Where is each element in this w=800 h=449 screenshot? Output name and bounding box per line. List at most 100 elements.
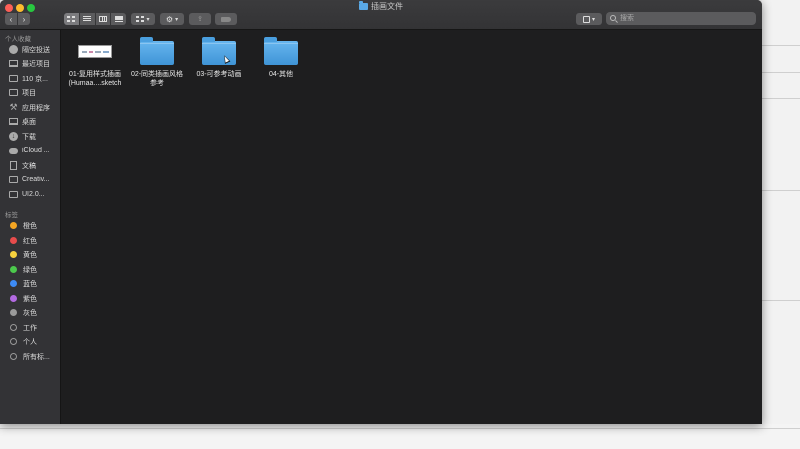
sidebar-item-label: iCloud ... (22, 147, 50, 154)
sidebar-tag-orange[interactable]: 橙色 (0, 219, 61, 232)
sidebar-tag-gray[interactable]: 灰色 (0, 306, 61, 319)
cloud-icon (9, 146, 18, 155)
folder-name: 04-其他 (248, 70, 314, 79)
sidebar-tag-work[interactable]: 工作 (0, 321, 61, 334)
background-desktop-bottom (0, 424, 800, 449)
tag-icon (221, 16, 231, 22)
background-line (762, 300, 800, 301)
tag-color-dot-icon (10, 237, 17, 244)
list-view-button[interactable] (79, 13, 95, 25)
file-name-line: 03-可参考动画 (196, 71, 242, 78)
preview-icon (582, 15, 590, 23)
sidebar-tag-label: 红色 (23, 237, 37, 245)
sidebar-tag-label: 个人 (23, 338, 37, 346)
group-grid-icon (136, 16, 145, 22)
sidebar-item-airdrop[interactable]: 隔空投送 (0, 43, 61, 56)
sidebar-tag-purple[interactable]: 紫色 (0, 292, 61, 305)
sidebar-item-recents[interactable]: 最近项目 (0, 57, 61, 70)
edit-tags-button[interactable] (215, 13, 237, 25)
background-desktop-right (762, 0, 800, 449)
sidebar-tag-green[interactable]: 绿色 (0, 263, 61, 276)
folder-item-03[interactable]: 03-可参考动画 (186, 36, 252, 79)
sidebar-tag-label: 蓝色 (23, 280, 37, 288)
view-mode-group (64, 13, 126, 25)
chevron-right-icon: › (22, 14, 26, 24)
background-line (762, 72, 800, 73)
applications-icon: ⚒ (9, 102, 18, 112)
folder-icon (140, 36, 174, 66)
forward-button[interactable]: › (18, 13, 30, 25)
file-name-line: 04-其他 (268, 71, 294, 78)
background-line (762, 98, 800, 99)
search-input[interactable] (606, 12, 756, 25)
folder-item-04[interactable]: 04-其他 (248, 36, 314, 79)
tag-color-dot-icon (10, 309, 17, 316)
sidebar-item-projects[interactable]: 项目 (0, 86, 61, 99)
tag-color-dot-icon (10, 222, 17, 229)
action-menu-button[interactable]: ⚙ ▾ (160, 13, 184, 25)
sidebar-item-icloud[interactable]: iCloud ... (0, 144, 61, 157)
background-line (762, 45, 800, 46)
tag-color-dot-icon (10, 280, 17, 287)
sidebar-tag-personal[interactable]: 个人 (0, 335, 61, 348)
sidebar-item-110[interactable]: 110 京... (0, 72, 61, 85)
chevron-down-icon: ▾ (146, 16, 150, 23)
airdrop-icon (9, 45, 18, 54)
back-button[interactable]: ‹ (5, 13, 17, 25)
file-name-line: 参考 (150, 80, 164, 87)
gallery-view-button[interactable] (111, 13, 126, 25)
sidebar-item-desktop[interactable]: 桌面 (0, 115, 61, 128)
preview-pane-button[interactable]: ▾ (576, 13, 602, 25)
list-icon (83, 16, 92, 22)
finder-window: 插画文件 ‹ › ▾ ⚙ ▾ ⇪ ▾ 搜索 个人收藏 隔空投送 最近项目 110… (0, 0, 762, 424)
sidebar-tag-label: 绿色 (23, 266, 37, 274)
sidebar-item-label: 隔空投送 (22, 46, 50, 54)
gear-icon: ⚙ (165, 14, 174, 24)
sidebar-tag-blue[interactable]: 蓝色 (0, 277, 61, 290)
sketch-file-icon (78, 36, 112, 66)
sidebar-tags-header: 标签 (5, 212, 18, 219)
column-view-button[interactable] (95, 13, 111, 25)
sidebar: 个人收藏 隔空投送 最近项目 110 京... 项目 ⚒ 应用程序 桌面 ↓ 下… (0, 30, 61, 424)
folder-item-02[interactable]: 02-同类插画风格 参考 (124, 36, 190, 88)
share-button[interactable]: ⇪ (189, 13, 211, 25)
sidebar-favorites-header: 个人收藏 (5, 36, 31, 43)
sidebar-tag-yellow[interactable]: 黄色 (0, 248, 61, 261)
grid-icon (67, 16, 76, 22)
sidebar-tag-label: 工作 (23, 324, 37, 332)
file-item-sketch[interactable]: 01-复用样式插画 (Humaa....sketch (62, 36, 128, 88)
sidebar-tag-all[interactable]: 所有标... (0, 350, 61, 363)
sidebar-item-label: 下载 (22, 133, 36, 141)
sidebar-item-creative[interactable]: Creativ... (0, 173, 61, 186)
gallery-icon (114, 16, 123, 22)
sidebar-item-ui2[interactable]: UI2.0... (0, 188, 61, 201)
sidebar-item-label: UI2.0... (22, 191, 45, 198)
document-icon (9, 161, 18, 170)
folder-icon (9, 190, 18, 199)
sidebar-item-downloads[interactable]: ↓ 下载 (0, 130, 61, 143)
sidebar-item-label: 文稿 (22, 162, 36, 170)
sidebar-item-applications[interactable]: ⚒ 应用程序 (0, 101, 61, 114)
file-name-line: 01-复用样式插画 (68, 71, 122, 78)
sidebar-tag-label: 灰色 (23, 309, 37, 317)
background-line (0, 428, 800, 429)
search-icon (610, 15, 616, 21)
sidebar-tag-label: 黄色 (23, 251, 37, 259)
desktop-icon (9, 117, 18, 126)
icon-view-button[interactable] (64, 13, 79, 25)
tag-ring-icon (10, 353, 17, 360)
chevron-left-icon: ‹ (9, 14, 13, 24)
group-by-button[interactable]: ▾ (131, 13, 155, 25)
file-browser-content: 01-复用样式插画 (Humaa....sketch 02-同类插画风格 参考 … (62, 30, 762, 424)
window-title-text: 插画文件 (371, 2, 403, 11)
sidebar-item-label: 最近项目 (22, 60, 50, 68)
window-title: 插画文件 (0, 1, 762, 12)
sidebar-tag-red[interactable]: 红色 (0, 234, 61, 247)
background-line (762, 190, 800, 191)
file-name-line: 02-同类插画风格 (130, 71, 184, 78)
file-name: 01-复用样式插画 (Humaa....sketch (62, 70, 128, 88)
sidebar-item-documents[interactable]: 文稿 (0, 159, 61, 172)
folder-icon (9, 88, 18, 97)
sidebar-tag-label: 橙色 (23, 222, 37, 230)
chevron-down-icon: ▾ (175, 16, 179, 23)
